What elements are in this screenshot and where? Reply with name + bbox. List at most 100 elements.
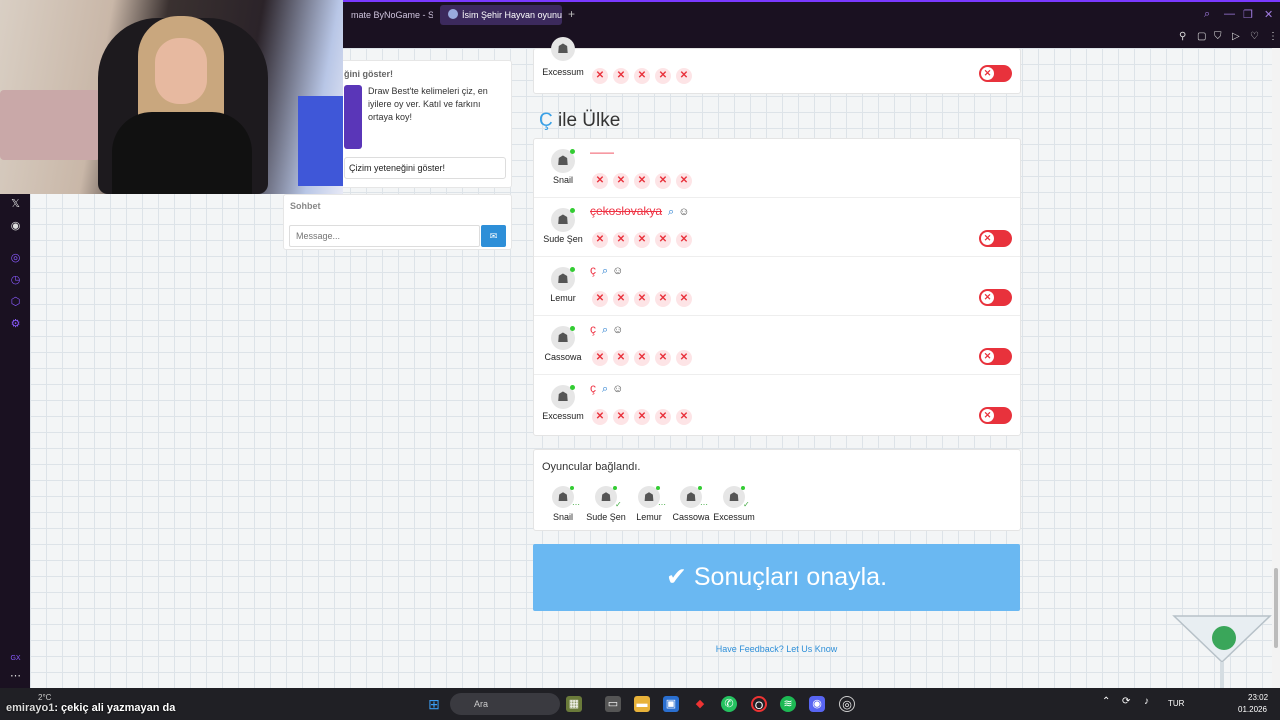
pin-icon[interactable]: ⚲ [1179,31,1186,42]
search-icon[interactable]: ⌕ [602,265,608,277]
feedback-link[interactable]: Have Feedback? Let Us Know [533,644,1020,654]
reject-vote-icon[interactable]: ✕ [676,291,692,307]
menu-icon[interactable]: ⋮ [1268,31,1278,42]
clock-date[interactable]: 01.2026 [1238,705,1267,714]
spotify-icon[interactable]: ≋ [780,696,796,712]
language-indicator[interactable]: TUR [1168,699,1184,708]
reject-toggle[interactable]: ✕ [979,289,1012,306]
reject-toggle[interactable]: ✕ [979,230,1012,247]
taskbar-search[interactable]: Ara [450,693,560,715]
clock-time[interactable]: 23:02 [1248,693,1268,702]
player-name: Snail [552,175,573,185]
reject-vote-icon[interactable]: ✕ [634,350,650,366]
search-icon[interactable]: ⌕ [602,324,608,336]
discord-icon[interactable]: ◉ [9,220,22,233]
reject-vote-icon[interactable]: ✕ [634,291,650,307]
answer-text: ç ⌕ ☺ [590,263,623,278]
webcam-overlay [0,0,343,194]
restore-icon[interactable]: ❐ [1243,8,1253,21]
reject-vote-icon[interactable]: ✕ [592,173,608,189]
vote-list: ✕ ✕ ✕ ✕ ✕ [592,65,697,84]
shield-icon[interactable]: ⛉ [1214,31,1222,42]
more-icon[interactable]: ⋯ [9,670,22,683]
tab-bynogame[interactable]: mate ByNoGame - Strea [343,5,433,25]
reject-toggle[interactable]: ✕ [979,348,1012,365]
settings-icon[interactable]: ⚙ [9,318,22,331]
x-icon[interactable]: 𝕏 [9,198,22,211]
reject-toggle[interactable]: ✕ [979,407,1012,424]
extensions-icon[interactable]: ⬡ [9,296,22,309]
widget-icon[interactable]: ▦ [566,696,582,712]
app-icon[interactable]: ◆ [692,696,708,712]
discord-icon[interactable]: ◉ [809,696,825,712]
sync-icon[interactable]: ⟳ [1122,696,1130,707]
search-icon[interactable]: ⌕ [668,206,674,218]
reject-vote-icon[interactable]: ✕ [655,291,671,307]
emoji-icon[interactable]: ☺ [678,206,689,218]
send-button[interactable]: ✉ [481,225,506,247]
heart-icon[interactable]: ♡ [1250,31,1259,42]
search-icon[interactable]: ⌕ [1204,8,1210,21]
reject-vote-icon[interactable]: ✕ [634,173,650,189]
reject-vote-icon[interactable]: ✕ [676,68,692,84]
emoji-icon[interactable]: ☺ [612,383,623,395]
task-view-icon[interactable]: ▭ [605,696,621,712]
minimize-icon[interactable]: — [1224,8,1235,20]
reject-vote-icon[interactable]: ✕ [613,291,629,307]
reject-vote-icon[interactable]: ✕ [592,409,608,425]
reject-vote-icon[interactable]: ✕ [592,68,608,84]
reject-toggle[interactable]: ✕ [979,65,1012,82]
player-icon[interactable]: ◎ [9,252,22,265]
reject-vote-icon[interactable]: ✕ [592,350,608,366]
reject-vote-icon[interactable]: ✕ [655,173,671,189]
store-icon[interactable]: ▣ [663,696,679,712]
reject-vote-icon[interactable]: ✕ [676,232,692,248]
toggle-x-icon: ✕ [981,350,994,363]
mic-icon[interactable]: ♪ [1144,696,1149,707]
chevron-up-icon[interactable]: ⌃ [1102,696,1110,707]
history-icon[interactable]: ◷ [9,274,22,287]
promo-link-button[interactable]: Çizim yeteneğini göster! [344,157,506,179]
reject-vote-icon[interactable]: ✕ [655,68,671,84]
file-explorer-icon[interactable]: ▬ [634,696,650,712]
snapshot-icon[interactable]: ▢ [1197,31,1206,42]
reject-vote-icon[interactable]: ✕ [655,232,671,248]
reject-vote-icon[interactable]: ✕ [655,350,671,366]
globe-icon [448,9,458,19]
windows-start-icon[interactable]: ⊞ [426,696,442,712]
confirm-results-button[interactable]: ✔ Sonuçları onayla. [533,544,1020,611]
reject-vote-icon[interactable]: ✕ [634,68,650,84]
reject-vote-icon[interactable]: ✕ [613,173,629,189]
close-icon[interactable]: ✕ [1264,8,1273,21]
page-scrollbar[interactable] [1272,48,1280,688]
reject-vote-icon[interactable]: ✕ [655,409,671,425]
tab-isim-sehir[interactable]: İsim Şehir Hayvan oyunun [440,5,562,25]
whatsapp-icon[interactable]: ✆ [721,696,737,712]
reject-vote-icon[interactable]: ✕ [592,291,608,307]
gx-icon[interactable]: GX [9,652,22,665]
reject-vote-icon[interactable]: ✕ [676,409,692,425]
reject-vote-icon[interactable]: ✕ [613,350,629,366]
reject-vote-icon[interactable]: ✕ [613,409,629,425]
obs-icon[interactable]: ◎ [839,696,855,712]
reject-vote-icon[interactable]: ✕ [676,350,692,366]
chat-message: : çekiç ali yazmayan da [54,702,176,714]
reject-vote-icon[interactable]: ✕ [634,409,650,425]
reject-vote-icon[interactable]: ✕ [676,173,692,189]
emoji-icon[interactable]: ☺ [612,265,623,277]
reject-vote-icon[interactable]: ✕ [613,232,629,248]
emoji-icon[interactable]: ☺ [612,324,623,336]
reject-vote-icon[interactable]: ✕ [592,232,608,248]
avatar: ☗ [551,149,575,173]
play-icon[interactable]: ▷ [1232,31,1240,42]
tab-label: mate ByNoGame - Strea [351,10,433,20]
opera-icon[interactable]: O [751,696,767,712]
search-icon[interactable]: ⌕ [602,383,608,395]
answer-text: —— [590,145,614,159]
reject-vote-icon[interactable]: ✕ [613,68,629,84]
chat-input[interactable] [289,225,480,247]
reject-vote-icon[interactable]: ✕ [634,232,650,248]
new-tab-button[interactable]: + [568,8,575,20]
connected-players-panel: Oyuncular bağlandı. ☗ ⋯ Snail ☗ ✓ Sude Şen ☗… [533,449,1021,531]
scrollbar-thumb[interactable] [1274,568,1278,648]
